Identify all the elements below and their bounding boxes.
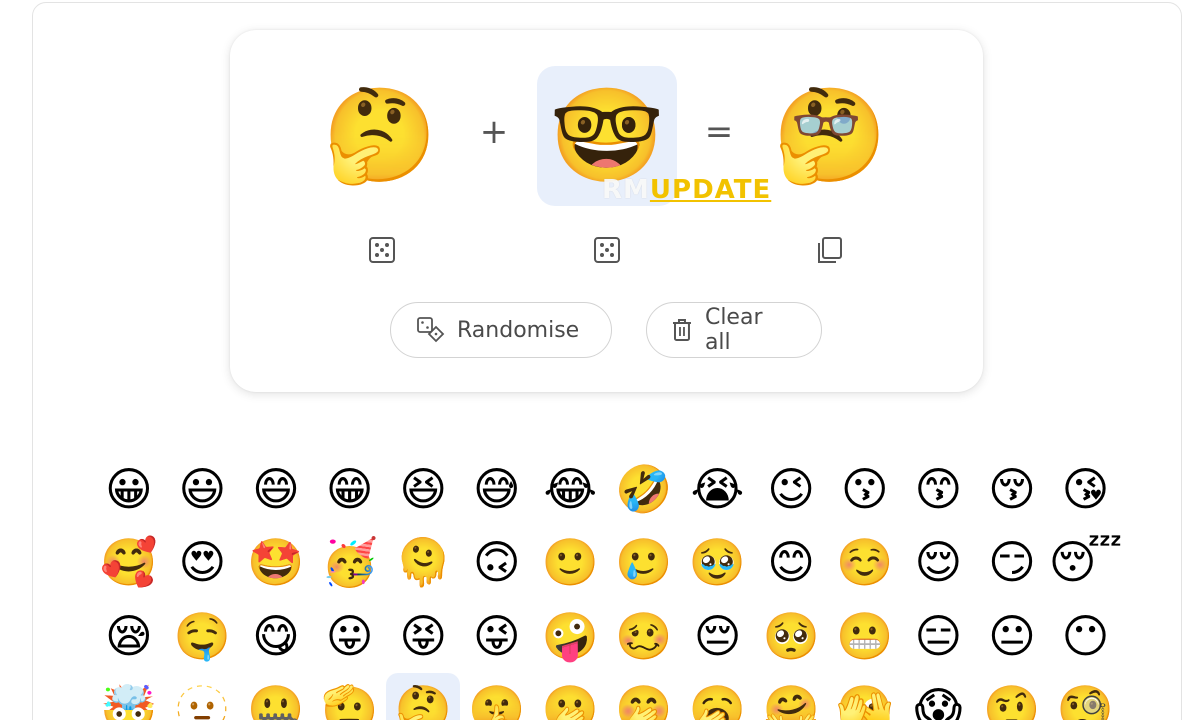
emoji-cell[interactable]: 😆 — [386, 452, 460, 526]
emoji-cell[interactable]: 🫥 — [166, 673, 240, 720]
emoji-cell[interactable]: 😔 — [681, 599, 755, 673]
emoji-cell[interactable]: 😃 — [166, 452, 240, 526]
emoji-cell[interactable]: 😭 — [681, 452, 755, 526]
result-emoji-slot[interactable]: 🤔 👓 — [760, 66, 900, 206]
emoji-cell[interactable]: 🫠 — [386, 526, 460, 600]
emoji-cell[interactable]: 🥲 — [607, 526, 681, 600]
watermark: RMUPDATE — [602, 175, 771, 205]
emoji-cell[interactable]: 🤔 — [386, 672, 460, 720]
clear-all-button[interactable]: Clear all — [646, 302, 822, 358]
emoji-cell[interactable]: 🤐 — [239, 673, 313, 720]
emoji-cell[interactable]: 😬 — [828, 599, 902, 673]
emoji-cell[interactable]: 🥹 — [681, 526, 755, 600]
emoji-cell[interactable]: 🥴 — [607, 599, 681, 673]
randomise-button[interactable]: Randomise — [390, 302, 612, 358]
dice-icon — [369, 237, 395, 263]
emoji-cell[interactable]: 😗 — [828, 452, 902, 526]
plus-operator: + — [479, 112, 509, 152]
emoji-cell[interactable]: 🤨 — [975, 673, 1049, 720]
emoji-cell[interactable]: 😱 — [902, 673, 976, 720]
emoji-cell[interactable]: 🤪 — [534, 599, 608, 673]
dice-icon — [594, 237, 620, 263]
watermark-part-a: RM — [602, 175, 650, 205]
emoji-cell[interactable]: 😉 — [754, 452, 828, 526]
emoji-cell[interactable]: 😑 — [902, 599, 976, 673]
emoji-cell[interactable]: 😝 — [386, 599, 460, 673]
emoji-cell[interactable]: 😀 — [92, 452, 166, 526]
emoji-cell[interactable]: 🤫 — [460, 673, 534, 720]
dice-shapes-icon — [417, 317, 445, 343]
emoji-cell[interactable]: 😶 — [1049, 599, 1123, 673]
emoji-cell[interactable]: 🙂 — [534, 526, 608, 600]
emoji-cell[interactable]: 🤣 — [607, 452, 681, 526]
emoji-mixer-card: 🤔 + 🤓 = 🤔 👓 RMUPDATE Randomise Clear all — [230, 30, 983, 392]
emoji-cell[interactable]: 🤗 — [754, 673, 828, 720]
emoji-cell[interactable]: 🤩 — [239, 526, 313, 600]
emoji-cell[interactable]: 😏 — [975, 526, 1049, 600]
emoji-cell[interactable]: 😌 — [902, 526, 976, 600]
emoji-cell[interactable]: 🫣 — [828, 673, 902, 720]
emoji-cell[interactable]: 😊 — [754, 526, 828, 600]
emoji-cell[interactable]: 😋 — [239, 599, 313, 673]
emoji-cell[interactable]: 🫡 — [313, 673, 387, 720]
copy-icon — [818, 237, 842, 263]
emoji-cell[interactable]: 😍 — [166, 526, 240, 600]
left-emoji: 🤔 — [322, 82, 438, 189]
emoji-cell[interactable]: 🤤 — [166, 599, 240, 673]
emoji-cell[interactable]: 😪 — [92, 599, 166, 673]
emoji-cell[interactable]: 🥰 — [92, 526, 166, 600]
emoji-cell[interactable]: 😜 — [460, 599, 534, 673]
emoji-cell[interactable]: 😐 — [975, 599, 1049, 673]
emoji-cell[interactable]: 🤯 — [92, 673, 166, 720]
copy-result-button[interactable] — [811, 232, 847, 268]
middle-emoji: 🤓 — [549, 82, 665, 189]
equals-operator: = — [704, 112, 734, 152]
emoji-cell[interactable]: 😴 — [1049, 526, 1123, 600]
emoji-cell[interactable]: 😛 — [313, 599, 387, 673]
randomize-middle-button[interactable] — [589, 232, 625, 268]
emoji-cell[interactable]: 😅 — [460, 452, 534, 526]
emoji-picker-grid: 😀 😃 😄 😁 😆 😅 😂 🤣 😭 😉 😗 😙 😚 😘 🥰 😍 🤩 🥳 🫠 🙃 🙂 🥲 🥹 😊 ☺️ 😌 😏 😴 😪 🤤 😋 😛 😝 😜 🤪 🥴 😔 🥺 😬… — [92, 452, 1132, 720]
result-glasses: 👓 — [790, 91, 863, 159]
emoji-cell[interactable]: 🤭 — [607, 673, 681, 720]
emoji-cell[interactable]: 🥱 — [681, 673, 755, 720]
trash-icon — [672, 319, 691, 341]
emoji-cell[interactable]: 🙃 — [460, 526, 534, 600]
emoji-cell[interactable]: 🥳 — [313, 526, 387, 600]
watermark-part-b: UPDATE — [649, 175, 772, 205]
emoji-cell[interactable]: 🫢 — [534, 673, 608, 720]
emoji-cell[interactable]: 😙 — [902, 452, 976, 526]
emoji-cell[interactable]: 😂 — [534, 452, 608, 526]
emoji-cell[interactable]: 🧐 — [1049, 673, 1123, 720]
emoji-cell[interactable]: 😁 — [313, 452, 387, 526]
randomize-left-button[interactable] — [364, 232, 400, 268]
emoji-cell[interactable]: 🥺 — [754, 599, 828, 673]
left-emoji-slot[interactable]: 🤔 — [310, 66, 450, 206]
clear-all-label: Clear all — [704, 305, 763, 355]
emoji-cell[interactable]: 😚 — [975, 452, 1049, 526]
randomise-label: Randomise — [457, 317, 580, 343]
emoji-cell[interactable]: ☺️ — [828, 526, 902, 600]
emoji-cell[interactable]: 😄 — [239, 452, 313, 526]
emoji-cell[interactable]: 😘 — [1049, 452, 1123, 526]
